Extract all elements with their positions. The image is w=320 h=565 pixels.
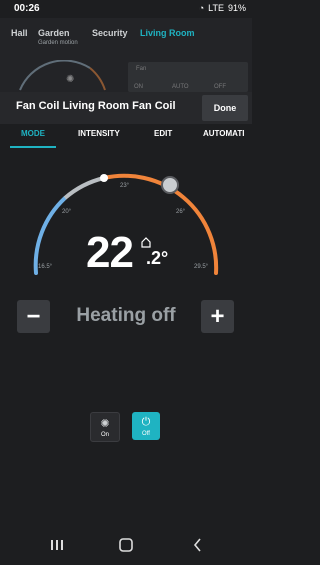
power-icon: ⏻ xyxy=(141,415,151,428)
scale-label-max: 29.5° xyxy=(194,264,209,270)
dial-cold-arc xyxy=(33,196,67,275)
status-indicators: ◔ LTE 91% xyxy=(199,3,246,13)
tab-mode[interactable]: MODE xyxy=(21,129,45,138)
scale-label-20: 20° xyxy=(62,209,72,215)
mode-off-label: Off xyxy=(142,430,150,437)
tab-bar: MODE INTENSITY EDIT AUTOMATI xyxy=(0,124,252,148)
home-icon xyxy=(141,237,151,248)
background-fan-card: Fan ON AUTO OFF xyxy=(128,62,248,92)
scale-label-23: 23° xyxy=(120,183,130,189)
back-icon[interactable] xyxy=(193,538,201,552)
navigation-bar xyxy=(0,530,252,560)
svg-text:✺: ✺ xyxy=(66,74,74,85)
tab-active-indicator xyxy=(10,146,56,148)
page-title: Fan Coil Living Room Fan Coil xyxy=(16,100,176,112)
dial-setpoint-handle[interactable] xyxy=(161,176,179,194)
status-time: 00:26 xyxy=(14,3,40,14)
recent-apps-icon[interactable] xyxy=(51,540,63,550)
tab-automation[interactable]: AUTOMATI xyxy=(203,129,244,138)
mode-off-button[interactable]: ⏻ Off xyxy=(132,412,160,440)
home-nav-icon[interactable] xyxy=(119,538,133,552)
dial-neutral-arc xyxy=(63,176,105,200)
sheet-header: Fan Coil Living Room Fan Coil Done xyxy=(0,92,252,124)
background-dial-preview: ✺ xyxy=(19,60,106,91)
wifi-icon: ◔ xyxy=(198,3,205,13)
tab-intensity[interactable]: INTENSITY xyxy=(78,129,120,138)
room-tab-garden-sub: Garden motion xyxy=(38,40,78,46)
temperature-value: 22 xyxy=(86,228,134,277)
status-bar: 00:26 ◔ LTE 91% xyxy=(0,0,252,18)
mode-on-label: On xyxy=(100,431,109,438)
room-tab-garden[interactable]: Garden xyxy=(38,28,70,38)
room-tab-living-room[interactable]: Living Room xyxy=(140,28,195,38)
scale-label-26: 26° xyxy=(176,209,186,215)
room-tab-security[interactable]: Security xyxy=(92,28,128,38)
background-room-tabs: Hall Garden Garden motion Security Livin… xyxy=(0,28,252,52)
done-button[interactable]: Done xyxy=(202,95,248,121)
mode-on-button[interactable]: ✺ On xyxy=(90,412,120,442)
setpoint-controls: − Heating off + xyxy=(0,300,252,334)
decrease-button[interactable]: − xyxy=(17,300,50,333)
tab-edit[interactable]: EDIT xyxy=(154,129,172,138)
increase-button[interactable]: + xyxy=(201,300,234,333)
battery-level: 91% xyxy=(227,3,246,13)
dial-current-marker xyxy=(100,174,108,182)
scale-label-min: 16.5° xyxy=(38,264,53,270)
heating-status: Heating off xyxy=(76,305,176,326)
room-tab-hall[interactable]: Hall xyxy=(11,28,28,38)
sun-icon: ✺ xyxy=(100,417,110,430)
signal-label: LTE xyxy=(208,3,224,13)
temperature-decimal: .2° xyxy=(146,248,169,268)
